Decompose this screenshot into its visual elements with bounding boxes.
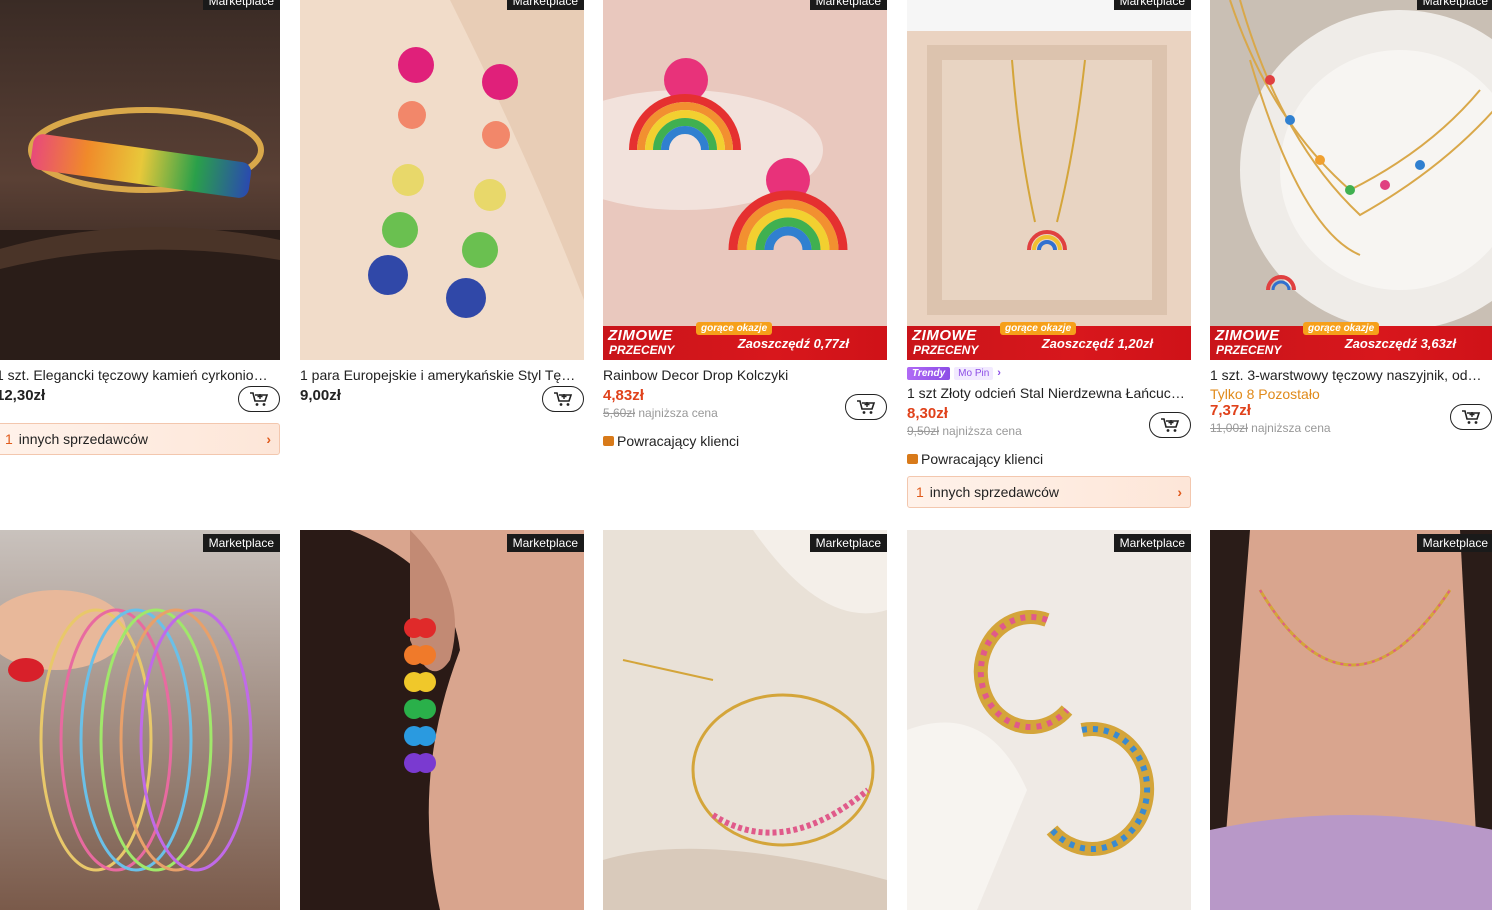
winter-sale-banner: ZIMOWE PRZECENY gorące okazje Zaoszczędź… [907,322,1191,360]
cart-icon [1462,410,1481,424]
winter-sale-banner: ZIMOWE PRZECENY gorące okazje Zaoszczędź… [603,322,887,360]
other-sellers-button[interactable]: 1 innych sprzedawców › [0,423,280,455]
cart-icon [857,400,876,414]
product-card[interactable]: Marketplace [603,530,887,910]
add-to-cart-button[interactable] [1149,412,1191,438]
product-price: 4,83zł [603,387,644,404]
returning-customers-label: Powracający klienci [603,433,887,449]
product-image-rainbow-earrings[interactable]: Marketplace ZIMOWE PRZECENY gorące okazj… [603,0,887,360]
product-card[interactable]: Marketplace [300,530,584,910]
product-grid: Marketplace 1 szt. Elegancki tęczowy kam… [0,0,1492,910]
add-to-cart-button[interactable] [1450,404,1492,430]
product-title[interactable]: 1 para Europejskie i amerykańskie Styl T… [300,366,578,384]
stock-warning: Tylko 8 Pozostało [1210,386,1320,402]
lowest-price: 11,00zł najniższa cena [1210,421,1331,435]
add-to-cart-button[interactable] [238,386,280,412]
product-price: 9,00zł [300,387,341,404]
product-title[interactable]: 1 szt. 3-warstwowy tęczowy naszyjnik, od… [1210,366,1488,384]
product-card[interactable]: Marketplace ZIMOWE PRZECENY gorące okazj… [1210,0,1492,440]
product-card[interactable]: Marketplace 1 szt. Elegancki tęczowy kam… [0,0,280,455]
cart-icon [250,392,269,406]
add-to-cart-button[interactable] [542,386,584,412]
returning-customers-label: Powracający klienci [907,451,1191,467]
marketplace-badge: Marketplace [809,0,887,10]
product-tags: Trendy Mo Pin › [907,366,1191,380]
product-image-bangles[interactable]: Marketplace [0,530,280,910]
product-title[interactable]: 1 szt. Elegancki tęczowy kamień cyrkonio… [0,366,274,384]
product-image-ring[interactable]: Marketplace [0,0,280,360]
marketplace-badge: Marketplace [506,534,584,552]
marketplace-badge: Marketplace [1113,534,1191,552]
product-card[interactable]: Marketplace [0,530,280,910]
trendy-badge: Trendy [907,366,951,380]
chevron-right-icon: › [997,367,1001,379]
product-image-hoop-earrings[interactable]: Marketplace [907,530,1191,910]
product-image-heart-earring[interactable]: Marketplace [300,530,584,910]
other-sellers-button[interactable]: 1 innych sprzedawców › [907,476,1191,508]
product-image-layered-necklace[interactable]: Marketplace ZIMOWE PRZECENY gorące okazj… [1210,0,1492,360]
winter-sale-banner: ZIMOWE PRZECENY gorące okazje Zaoszczędź… [1210,322,1492,360]
marketplace-badge: Marketplace [1416,0,1492,10]
product-title[interactable]: Rainbow Decor Drop Kolczyki [603,366,881,384]
marketplace-badge: Marketplace [506,0,584,10]
product-image-choker-necklace[interactable]: Marketplace [1210,530,1492,910]
chevron-right-icon: › [1177,484,1182,500]
add-to-cart-button[interactable] [845,394,887,420]
store-icon [603,436,614,446]
marketplace-badge: Marketplace [809,534,887,552]
cart-icon [1161,418,1180,432]
product-card[interactable]: Marketplace ZIMOWE PRZECENY gorące okazj… [603,0,887,449]
product-image-bracelet[interactable]: Marketplace [603,530,887,910]
marketplace-badge: Marketplace [1416,534,1492,552]
cart-icon [554,392,573,406]
marketplace-badge: Marketplace [202,0,280,10]
product-card[interactable]: Marketplace [907,530,1191,910]
product-price: 12,30zł [0,387,46,404]
marketplace-badge: Marketplace [202,534,280,552]
mopin-badge[interactable]: Mo Pin [954,366,994,380]
product-price: 8,30zł [907,405,948,422]
store-icon [907,454,918,464]
product-card[interactable]: Marketplace ZIMOWE PRZECENY gorące okazj… [907,0,1191,508]
product-title[interactable]: 1 szt Złoty odcień Stal Nierdzewna Łańcu… [907,384,1185,402]
marketplace-badge: Marketplace [1113,0,1191,10]
chevron-right-icon: › [266,431,271,447]
product-image-necklace-box[interactable]: Marketplace ZIMOWE PRZECENY gorące okazj… [907,0,1191,360]
product-image-earrings[interactable]: Marketplace [300,0,584,360]
product-card[interactable]: Marketplace 1 para Europejskie i ameryka… [300,0,584,412]
product-card[interactable]: Marketplace [1210,530,1492,910]
